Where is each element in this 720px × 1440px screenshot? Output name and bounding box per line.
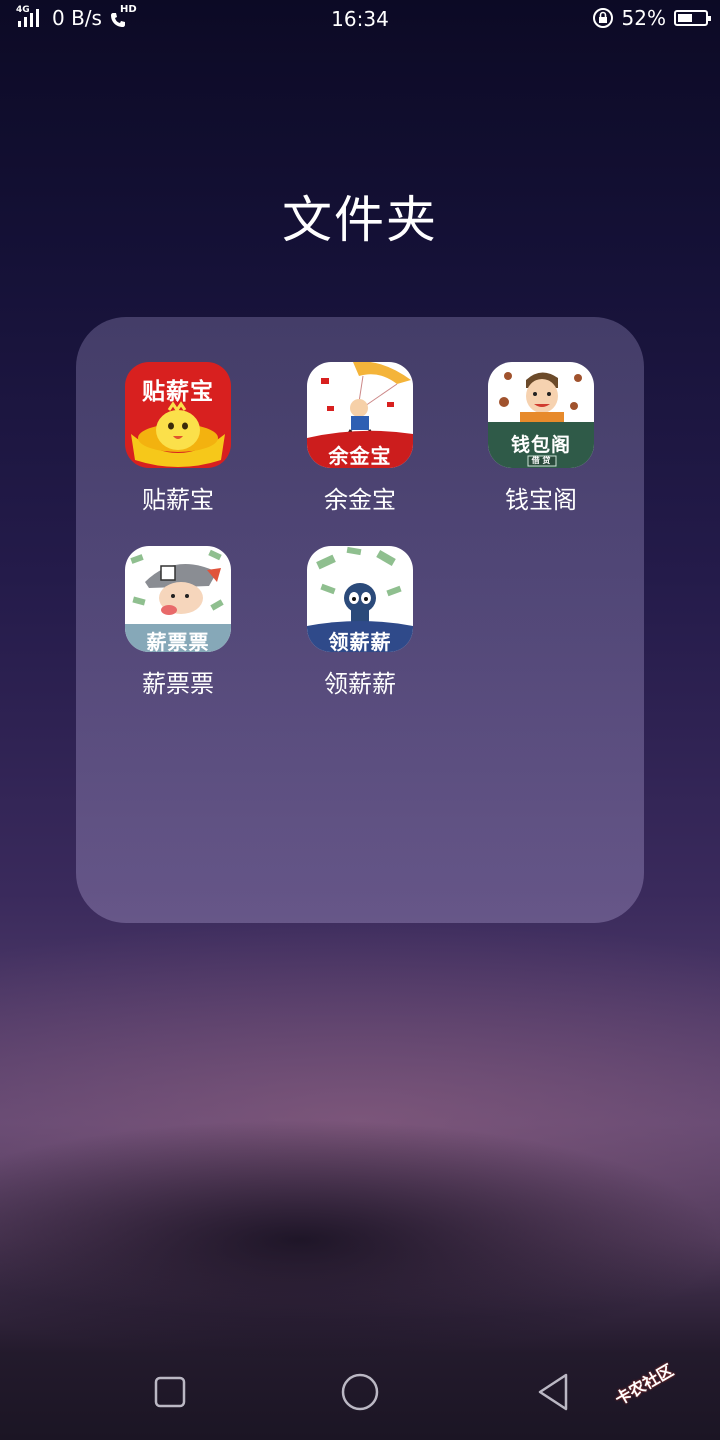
back-icon [538,1373,568,1411]
app-yujinbao[interactable]: 余金宝 余金宝 [275,362,445,515]
status-right: 52% [592,6,711,30]
icon-subtext: 借 贷 [531,456,551,465]
app-lingxinxin[interactable]: 领薪薪 领薪薪 [275,546,445,699]
app-qianbaoge[interactable]: 钱包阁 借 贷 钱宝阁 [456,362,626,515]
recent-apps-icon [154,1376,186,1408]
folder-title[interactable]: 文件夹 [0,180,720,252]
icon-text: 钱包阁 [510,434,571,456]
tiexinbao-icon[interactable]: 贴薪宝 [125,362,231,468]
back-button[interactable] [536,1373,570,1415]
xinpiaopiao-icon[interactable]: 薪票票 [125,546,231,652]
rotation-lock-icon [592,8,613,28]
app-label: 薪票票 [142,670,214,698]
folder-panel: 贴薪宝 贴薪宝 余金宝 余金宝 钱包阁 借 贷 钱宝阁 薪票票 薪票票 领薪薪 … [76,317,644,923]
watermark: 卡农社区 [610,1339,720,1440]
icon-text: 余金宝 [328,444,392,468]
battery-percent: 52% [621,6,666,30]
app-label: 余金宝 [324,486,396,514]
lingxinxin-icon[interactable]: 领薪薪 [307,546,413,652]
app-label: 钱宝阁 [505,486,577,514]
app-xinpiaopiao[interactable]: 薪票票 薪票票 [93,546,263,699]
status-bar: 4G 0 B/s HD 16:34 52% [0,0,720,38]
home-button[interactable] [341,1373,379,1415]
qianbaoge-icon[interactable]: 钱包阁 借 贷 [488,362,594,468]
app-tiexinbao[interactable]: 贴薪宝 贴薪宝 [93,362,263,515]
home-screen: 4G 0 B/s HD 16:34 52% 文件夹 贴薪宝 贴薪宝 余金宝 余金… [0,0,720,1440]
icon-text: 薪票票 [146,630,210,652]
recent-apps-button[interactable] [154,1376,186,1412]
watermark-text: 卡农社区 [611,1360,677,1409]
icon-text: 领薪薪 [328,630,392,652]
yujinbao-icon[interactable]: 余金宝 [307,362,413,468]
battery-icon [674,10,711,26]
app-label: 贴薪宝 [142,486,214,514]
home-icon [341,1373,379,1411]
app-label: 领薪薪 [324,670,396,698]
